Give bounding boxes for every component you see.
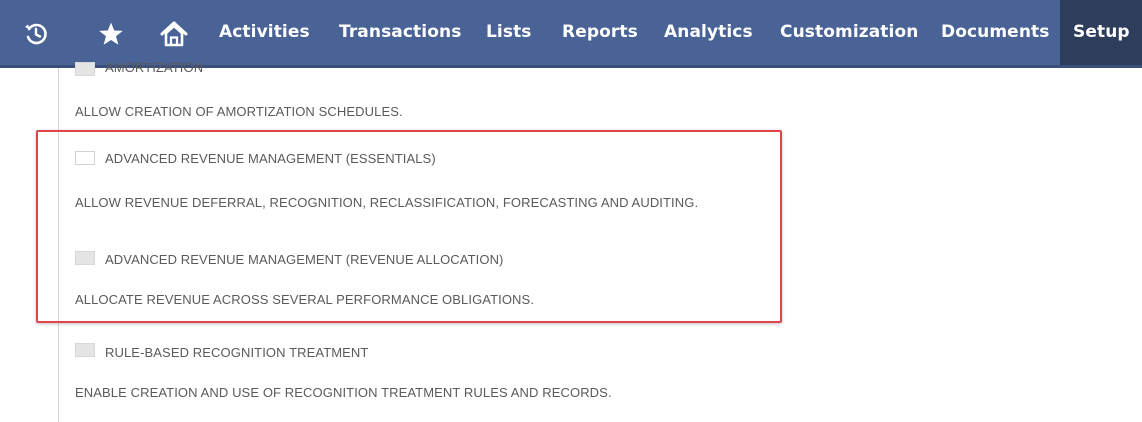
amortization-description: ALLOW CREATION OF AMORTIZATION SCHEDULES… (75, 104, 403, 119)
amortization-label: AMORTIZATION (105, 60, 204, 75)
amortization-checkbox[interactable] (75, 62, 95, 76)
recent-history-icon[interactable] (22, 20, 50, 48)
rule-based-recognition-description: ENABLE CREATION AND USE OF RECOGNITION T… (75, 385, 612, 400)
nav-item-analytics[interactable]: Analytics (664, 0, 753, 65)
nav-item-customization[interactable]: Customization (780, 0, 918, 65)
nav-item-setup[interactable]: Setup (1060, 0, 1142, 65)
nav-item-transactions[interactable]: Transactions (339, 0, 461, 65)
star-icon[interactable] (97, 20, 125, 48)
nav-item-documents[interactable]: Documents (941, 0, 1049, 65)
nav-item-lists[interactable]: Lists (486, 0, 532, 65)
nav-item-reports[interactable]: Reports (562, 0, 638, 65)
nav-item-activities[interactable]: Activities (219, 0, 310, 65)
home-icon[interactable] (160, 20, 188, 48)
highlight-box (36, 130, 782, 323)
rule-based-recognition-checkbox[interactable] (75, 343, 95, 357)
rule-based-recognition-label: RULE-BASED RECOGNITION TREATMENT (105, 345, 369, 360)
top-navigation-bar: Activities Transactions Lists Reports An… (0, 0, 1142, 68)
